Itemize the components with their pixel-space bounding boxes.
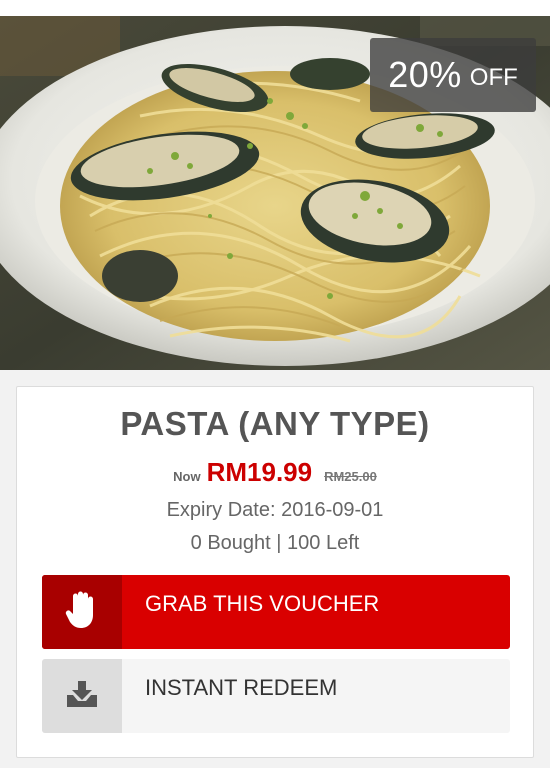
top-strip bbox=[0, 0, 550, 16]
price-original: RM25.00 bbox=[324, 469, 377, 484]
discount-label: OFF bbox=[469, 64, 518, 91]
discount-value: 20% bbox=[388, 54, 462, 95]
discount-badge: 20% OFF bbox=[370, 38, 536, 112]
redeem-icon-box bbox=[42, 659, 122, 733]
deal-title: PASTA (ANY TYPE) bbox=[120, 405, 430, 442]
deal-image: 20% OFF bbox=[0, 16, 550, 370]
voucher-page: 20% OFF PASTA (ANY TYPE) Now RM19.99 RM2… bbox=[0, 0, 550, 768]
stock-status: 0 Bought | 100 Left bbox=[190, 532, 360, 554]
grab-voucher-label: GRAB THIS VOUCHER bbox=[145, 591, 380, 616]
voucher-card: PASTA (ANY TYPE) Now RM19.99 RM25.00 Exp… bbox=[16, 386, 534, 758]
price-now: RM19.99 bbox=[206, 457, 313, 487]
grab-voucher-button[interactable]: GRAB THIS VOUCHER bbox=[42, 575, 510, 649]
expiry-date: Expiry Date: 2016-09-01 bbox=[166, 499, 384, 521]
grab-icon-box bbox=[42, 575, 122, 649]
hand-icon bbox=[65, 591, 99, 634]
instant-redeem-button[interactable]: INSTANT REDEEM bbox=[42, 659, 510, 733]
instant-redeem-label: INSTANT REDEEM bbox=[145, 675, 338, 700]
price-now-label: Now bbox=[173, 469, 201, 484]
download-tray-icon bbox=[65, 679, 99, 714]
price-row: Now RM19.99 RM25.00 bbox=[17, 457, 533, 488]
